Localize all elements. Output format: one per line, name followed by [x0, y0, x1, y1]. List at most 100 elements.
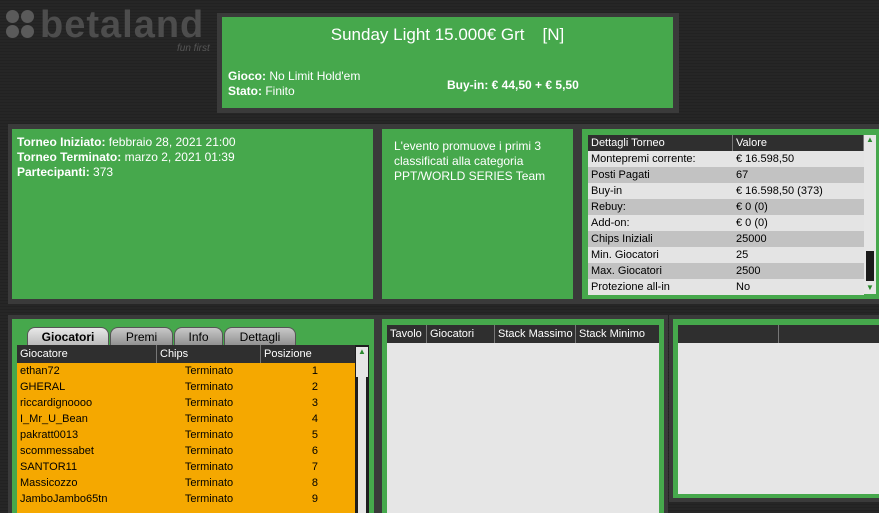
betaland-logo: betaland fun first	[2, 2, 216, 58]
tab-dettagli[interactable]: Dettagli	[224, 327, 296, 346]
header-stack-minimo[interactable]: Stack Minimo	[576, 325, 659, 343]
players-scroll-track[interactable]	[358, 377, 366, 513]
details-row-label: Add-on:	[591, 217, 630, 229]
status-value: Finito	[265, 84, 295, 98]
player-position: 3	[311, 397, 318, 409]
player-row[interactable]: ethan72 Terminato 1	[17, 363, 355, 379]
game-label: Gioco:	[228, 69, 266, 83]
details-row-value: € 16.598,50 (373)	[736, 185, 823, 197]
player-chips: Terminato	[184, 413, 234, 425]
player-name: Massicozzo	[20, 477, 78, 489]
details-row: Protezione all-in No	[588, 279, 864, 295]
player-name: SANTOR11	[20, 461, 78, 473]
header-giocatori[interactable]: Giocatori	[427, 325, 495, 343]
player-chips: Terminato	[184, 429, 234, 441]
details-scroll-thumb[interactable]	[866, 251, 874, 281]
logo-tagline: fun first	[177, 43, 210, 54]
status-label: Stato:	[228, 84, 262, 98]
tables-list-body[interactable]	[387, 343, 659, 513]
tournament-title: Sunday Light 15.000€ Grt	[330, 25, 525, 44]
player-position: 5	[311, 429, 318, 441]
player-position: 9	[311, 493, 318, 505]
details-row-label: Protezione all-in	[591, 281, 670, 293]
player-position: 1	[311, 365, 318, 377]
details-row: Chips Iniziali 25000	[588, 231, 864, 247]
details-row: Posti Pagati 67	[588, 167, 864, 183]
tab-giocatori[interactable]: Giocatori	[27, 327, 109, 346]
tab-info[interactable]: Info	[174, 327, 223, 346]
game-line: Gioco: No Limit Hold'em	[228, 69, 360, 83]
players-table-header: Giocatore Chips Posizione	[17, 345, 355, 363]
details-header-value[interactable]: Valore	[733, 135, 864, 151]
clover-icon	[6, 10, 36, 40]
details-row: Add-on: € 0 (0)	[588, 215, 864, 231]
details-row-label: Rebuy:	[591, 201, 626, 213]
player-chips: Terminato	[184, 365, 234, 377]
scroll-down-icon[interactable]: ▼	[864, 283, 876, 293]
player-position: 2	[311, 381, 318, 393]
player-row[interactable]: SANTOR11 Terminato 7	[17, 459, 355, 475]
player-row[interactable]: riccardignoooo Terminato 3	[17, 395, 355, 411]
details-table-header: Dettagli Torneo Valore	[588, 135, 864, 151]
header-stack-massimo[interactable]: Stack Massimo	[495, 325, 576, 343]
details-row-label: Max. Giocatori	[591, 265, 662, 277]
header-tavolo[interactable]: Tavolo	[387, 325, 427, 343]
details-scrollbar[interactable]: ▲ ▼	[864, 135, 876, 294]
promo-text: L'evento promuove i primi 3 classificati…	[394, 139, 546, 183]
details-table: Dettagli Torneo Valore Montepremi corren…	[588, 135, 864, 295]
player-chips: Terminato	[184, 381, 234, 393]
details-row-label: Chips Iniziali	[591, 233, 653, 245]
details-row-value: € 0 (0)	[736, 217, 768, 229]
players-scroll-up-icon[interactable]: ▲	[356, 347, 368, 377]
times-panel: Torneo Iniziato: febbraio 28, 2021 21:00…	[12, 129, 373, 299]
ended-line: Torneo Terminato: marzo 2, 2021 01:39	[17, 150, 235, 164]
player-row[interactable]: GHERAL Terminato 2	[17, 379, 355, 395]
details-row: Max. Giocatori 2500	[588, 263, 864, 279]
tournament-title-line: Sunday Light 15.000€ Grt [N]	[222, 25, 673, 45]
player-row[interactable]: JamboJambo65tn Terminato 9	[17, 491, 355, 507]
details-row-value: No	[736, 281, 751, 293]
player-position: 6	[311, 445, 318, 457]
player-chips: Terminato	[184, 477, 234, 489]
side-list-header	[678, 325, 879, 343]
buyin-label: Buy-in:	[447, 78, 489, 92]
details-row-label: Buy-in	[591, 185, 623, 197]
details-row-label: Montepremi corrente:	[591, 153, 696, 165]
player-row[interactable]: Massicozzo Terminato 8	[17, 475, 355, 491]
player-name: I_Mr_U_Bean	[20, 413, 88, 425]
details-row-value: € 16.598,50	[736, 153, 795, 165]
details-row-value: 25	[736, 249, 749, 261]
details-row-value: 2500	[736, 265, 761, 277]
player-chips: Terminato	[184, 461, 234, 473]
tournament-header: Sunday Light 15.000€ Grt [N] Gioco: No Li…	[222, 17, 673, 108]
players-scrollbar[interactable]: ▲	[355, 345, 369, 513]
details-row: Buy-in € 16.598,50 (373)	[588, 183, 864, 199]
header-giocatore[interactable]: Giocatore	[17, 345, 157, 363]
scroll-up-icon[interactable]: ▲	[864, 135, 876, 145]
buyin-line: Buy-in: € 44,50 + € 5,50	[447, 78, 579, 92]
player-name: pakratt0013	[20, 429, 79, 441]
details-row: Montepremi corrente: € 16.598,50	[588, 151, 864, 167]
details-header-name[interactable]: Dettagli Torneo	[588, 135, 733, 151]
tab-premi[interactable]: Premi	[110, 327, 173, 346]
promo-panel: L'evento promuove i primi 3 classificati…	[382, 129, 573, 299]
details-row-value: € 0 (0)	[736, 201, 768, 213]
details-row-value: 67	[736, 169, 749, 181]
player-name: GHERAL	[20, 381, 66, 393]
header-chips[interactable]: Chips	[157, 345, 261, 363]
player-chips: Terminato	[184, 493, 234, 505]
player-name: scommessabet	[20, 445, 94, 457]
player-row[interactable]: pakratt0013 Terminato 5	[17, 427, 355, 443]
details-row: Min. Giocatori 25	[588, 247, 864, 263]
player-position: 8	[311, 477, 318, 489]
status-line: Stato: Finito	[228, 84, 295, 98]
details-row: Rebuy: € 0 (0)	[588, 199, 864, 215]
player-name: JamboJambo65tn	[20, 493, 108, 505]
header-posizione[interactable]: Posizione	[261, 345, 355, 363]
player-row[interactable]: scommessabet Terminato 6	[17, 443, 355, 459]
player-row[interactable]: I_Mr_U_Bean Terminato 4	[17, 411, 355, 427]
details-row-label: Min. Giocatori	[591, 249, 659, 261]
started-line: Torneo Iniziato: febbraio 28, 2021 21:00	[17, 135, 236, 149]
players-table-body: ethan72 Terminato 1 GHERAL Terminato 2 riccard…	[17, 363, 355, 513]
side-list[interactable]	[678, 325, 879, 494]
